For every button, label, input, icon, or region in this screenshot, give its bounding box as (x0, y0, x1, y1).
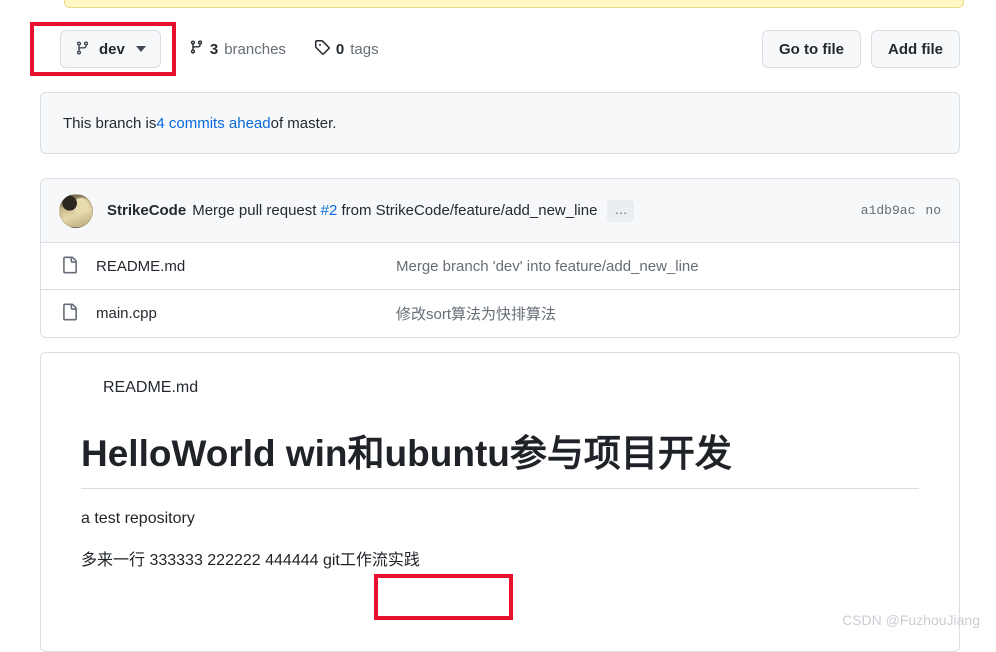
commit-meta: a1db9ac no (861, 203, 941, 218)
readme-panel: README.md HelloWorld win和ubuntu参与项目开发 a … (40, 352, 960, 652)
repo-toolbar: dev 3 branches 0 tags Go to file Add fil… (40, 26, 960, 72)
readme-paragraph-2: 多来一行 333333 222222 444444 git工作流实践 (81, 549, 919, 573)
table-row[interactable]: main.cpp 修改sort算法为快排算法 (41, 290, 959, 337)
readme-paragraph-2-plain: 多来一行 333333 222222 444444 (81, 552, 323, 570)
branch-status-prefix: This branch is (63, 114, 157, 132)
tags-count: 0 (335, 40, 345, 58)
tags-count-link[interactable]: 0 tags (314, 39, 379, 59)
table-row[interactable]: README.md Merge branch 'dev' into featur… (41, 243, 959, 290)
branch-selector-button[interactable]: dev (60, 30, 161, 68)
file-name-link[interactable]: README.md (96, 258, 396, 275)
chevron-down-icon (135, 46, 146, 52)
file-list-panel: StrikeCode Merge pull request #2 from St… (40, 178, 960, 338)
tag-icon (314, 39, 330, 59)
go-to-file-button[interactable]: Go to file (762, 30, 861, 68)
watermark: CSDN @FuzhouJiang (842, 612, 980, 628)
file-commit-message[interactable]: 修改sort算法为快排算法 (396, 303, 556, 324)
branches-count: 3 (209, 40, 219, 58)
commits-ahead-link[interactable]: 4 commits ahead (156, 115, 270, 132)
branches-count-link[interactable]: 3 branches (189, 39, 286, 59)
latest-commit-header: StrikeCode Merge pull request #2 from St… (41, 179, 959, 243)
add-file-button[interactable]: Add file (871, 30, 960, 68)
tags-label: tags (350, 40, 379, 58)
commit-message-prefix: Merge pull request (192, 202, 321, 219)
commit-sha-link[interactable]: a1db9ac (861, 203, 916, 218)
commit-message: Merge pull request #2 from StrikeCode/fe… (192, 202, 597, 219)
readme-paragraph-2-boxed: git工作流实践 (322, 552, 420, 570)
expand-commit-message-button[interactable]: … (607, 199, 635, 222)
git-branch-icon (189, 39, 204, 59)
readme-heading: HelloWorld win和ubuntu参与项目开发 (81, 431, 919, 490)
branch-status-suffix: of master. (270, 114, 337, 132)
branch-name-label: dev (99, 40, 125, 58)
file-name-link[interactable]: main.cpp (96, 305, 396, 322)
pull-request-link[interactable]: #2 (321, 202, 338, 219)
notification-bar (64, 0, 964, 8)
file-icon (61, 256, 78, 277)
branches-label: branches (224, 40, 286, 58)
file-commit-message[interactable]: Merge branch 'dev' into feature/add_new_… (396, 258, 699, 275)
readme-paragraph-1: a test repository (81, 510, 195, 528)
readme-file-title: README.md (103, 379, 199, 396)
git-branch-icon (75, 40, 90, 59)
commit-author-link[interactable]: StrikeCode (107, 202, 186, 219)
file-icon (61, 303, 78, 324)
avatar[interactable] (59, 193, 93, 228)
branch-status-box: This branch is 4 commits ahead of master… (40, 92, 960, 154)
commit-message-suffix: from StrikeCode/feature/add_new_line (337, 202, 598, 219)
commit-time: no (925, 203, 941, 218)
